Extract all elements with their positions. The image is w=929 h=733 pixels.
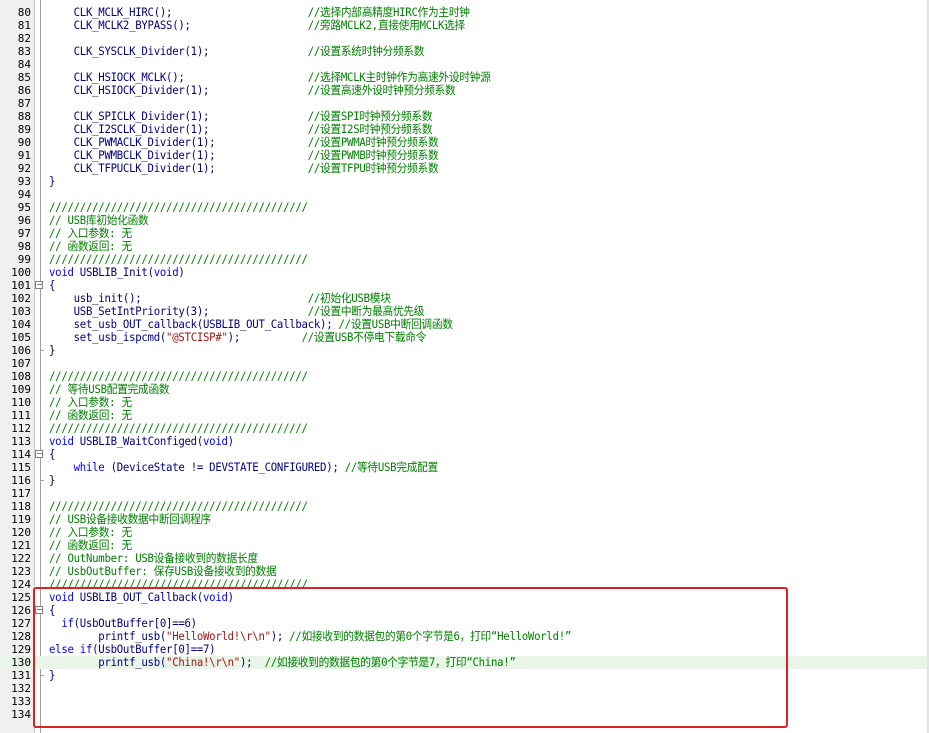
code-line[interactable]: 97// 入口参数: 无: [0, 227, 929, 241]
line-number: 114: [11, 448, 31, 461]
code-line[interactable]: 125 void USBLIB_OUT_Callback(void): [0, 590, 929, 605]
line-number: 82: [17, 32, 31, 45]
line-number: 131: [11, 669, 31, 682]
line-number: 86: [17, 84, 31, 97]
line-number: 126: [11, 604, 31, 617]
line-number: 83: [17, 45, 31, 58]
line-number: 84: [17, 58, 31, 71]
code-line[interactable]: 132: [0, 682, 929, 695]
line-number: 98: [17, 240, 31, 253]
code-line[interactable]: 96// USB库初始化函数: [0, 214, 929, 228]
code-text: printf_usb("China!\r\n"); //如接收到的数据包的第0个…: [49, 655, 516, 669]
code-line[interactable]: 106}: [0, 343, 929, 358]
line-number: 96: [17, 214, 31, 227]
line-number: 122: [11, 552, 31, 565]
line-number: 102: [11, 292, 31, 305]
line-number: 87: [17, 97, 31, 110]
fold-end-marker: [40, 350, 44, 351]
line-number: 105: [11, 331, 31, 344]
code-line[interactable]: 119// USB设备接收数据中断回调程序: [0, 513, 929, 527]
line-number: 124: [11, 578, 31, 591]
code-text: void USBLIB_Init(void): [49, 265, 185, 279]
code-text: void USBLIB_WaitConfiged(void): [49, 434, 234, 448]
line-number: 133: [11, 695, 31, 708]
code-text: void USBLIB_OUT_Callback(void): [49, 590, 234, 604]
line-number: 110: [11, 396, 31, 409]
line-number: 106: [11, 344, 31, 357]
line-number: 109: [11, 383, 31, 396]
code-line[interactable]: 109// 等待USB配置完成函数: [0, 383, 929, 397]
line-number: 101: [11, 279, 31, 292]
code-line[interactable]: 93}: [0, 174, 929, 189]
code-line[interactable]: 100 void USBLIB_Init(void): [0, 265, 929, 280]
line-number: 132: [11, 682, 31, 695]
code-line[interactable]: 116}: [0, 473, 929, 488]
code-line[interactable]: 81 CLK_MCLK2_BYPASS(); //旁路MCLK2,直接使用MCL…: [0, 18, 929, 33]
line-number: 100: [11, 266, 31, 279]
code-text: }: [49, 473, 56, 487]
line-number: 119: [11, 513, 31, 526]
code-line[interactable]: 105 set_usb_ispcmd("@STCISP#"); //设置USB不…: [0, 330, 929, 345]
code-line[interactable]: 86 CLK_HSIOCK_Divider(1); //设置高速外设时钟预分频系…: [0, 83, 929, 98]
fold-end-marker: [40, 675, 44, 676]
line-number: 125: [11, 591, 31, 604]
code-text: while (DeviceState != DEVSTATE_CONFIGURE…: [73, 460, 439, 474]
line-number: 90: [17, 136, 31, 149]
line-number: 123: [11, 565, 31, 578]
line-number: 97: [17, 227, 31, 240]
line-number: 128: [11, 630, 31, 643]
line-number: 88: [17, 110, 31, 123]
code-line[interactable]: 113 void USBLIB_WaitConfiged(void): [0, 434, 929, 449]
code-line[interactable]: 133: [0, 695, 929, 708]
line-number: 108: [11, 370, 31, 383]
code-text: CLK_HSIOCK_Divider(1); //设置高速外设时钟预分频系数: [49, 83, 456, 97]
line-number: 112: [11, 422, 31, 435]
line-number: 103: [11, 305, 31, 318]
code-line[interactable]: 134: [0, 708, 929, 721]
code-line[interactable]: 83 CLK_SYSCLK_Divider(1); //设置系统时钟分频系数: [0, 44, 929, 59]
line-number: 81: [17, 19, 31, 32]
line-number: 99: [17, 253, 31, 266]
code-line[interactable]: 115 while (DeviceState != DEVSTATE_CONFI…: [0, 460, 929, 475]
line-number: 130: [11, 656, 31, 669]
code-text: }: [49, 343, 56, 357]
line-number: 113: [11, 435, 31, 448]
line-number: 107: [11, 357, 31, 370]
code-line[interactable]: 130 printf_usb("China!\r\n"); //如接收到的数据包…: [0, 656, 929, 669]
code-text: }: [49, 668, 56, 682]
line-number: 129: [11, 643, 31, 656]
line-number: 134: [11, 708, 31, 721]
line-number: 85: [17, 71, 31, 84]
line-number: 120: [11, 526, 31, 539]
fold-end-marker: [40, 480, 44, 481]
code-text: }: [49, 174, 56, 188]
line-number: 121: [11, 539, 31, 552]
code-editor[interactable]: 80 CLK_MCLK_HIRC(); //选择内部高精度HIRC作为主时钟 81…: [0, 0, 929, 733]
fold-collapse-icon[interactable]: −: [35, 606, 43, 614]
line-number: 127: [11, 617, 31, 630]
code-line[interactable]: 131}: [0, 668, 929, 683]
code-text: CLK_TFPUCLK_Divider(1); //设置TFPU时钟预分频系数: [49, 161, 439, 175]
fold-collapse-icon[interactable]: −: [35, 281, 43, 289]
code-line[interactable]: 92 CLK_TFPUCLK_Divider(1); //设置TFPU时钟预分频…: [0, 161, 929, 176]
code-text: CLK_MCLK2_BYPASS(); //旁路MCLK2,直接使用MCLK选择: [49, 18, 466, 32]
line-number: 104: [11, 318, 31, 331]
line-number: 117: [11, 487, 31, 500]
line-number: 94: [17, 188, 31, 201]
line-number: 92: [17, 162, 31, 175]
fold-collapse-icon[interactable]: −: [35, 450, 43, 458]
line-number: 95: [17, 201, 31, 214]
line-number: 116: [11, 474, 31, 487]
code-text: set_usb_ispcmd("@STCISP#"); //设置USB不停电下载…: [49, 330, 427, 344]
code-line[interactable]: 110// 入口参数: 无: [0, 396, 929, 410]
line-number: 115: [11, 461, 31, 474]
code-line[interactable]: 120// 入口参数: 无: [0, 526, 929, 540]
line-number: 91: [17, 149, 31, 162]
line-number: 111: [11, 409, 31, 422]
code-text: CLK_SYSCLK_Divider(1); //设置系统时钟分频系数: [49, 44, 425, 58]
line-number: 118: [11, 500, 31, 513]
line-number: 93: [17, 175, 31, 188]
line-number: 89: [17, 123, 31, 136]
line-number: 80: [17, 6, 31, 19]
